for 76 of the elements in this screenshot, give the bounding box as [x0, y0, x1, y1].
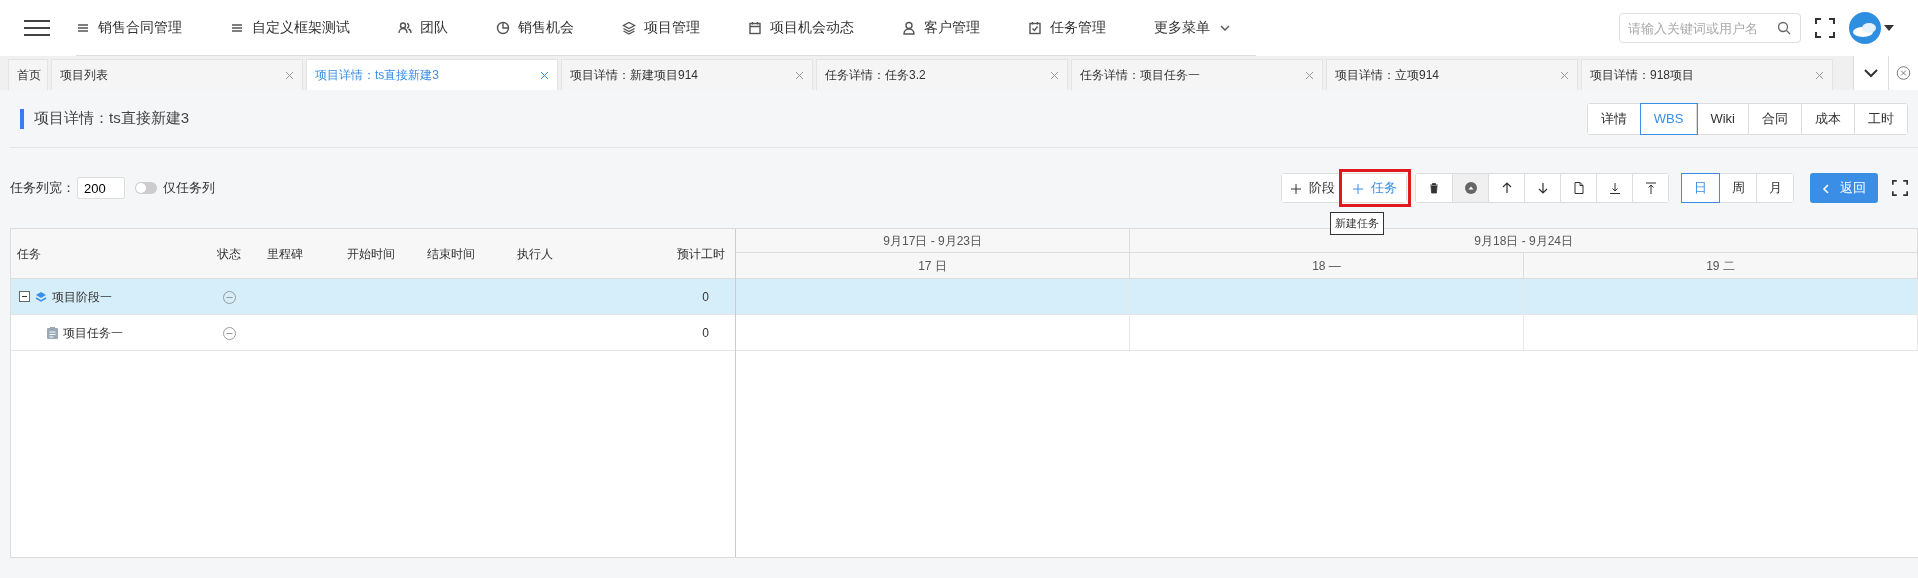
- collapse-icon[interactable]: [19, 291, 30, 302]
- tooltip: 新建任务: [1330, 212, 1384, 235]
- column-header: 结束时间: [426, 245, 476, 263]
- download-icon: [1607, 181, 1622, 195]
- column-header: 预计工时: [676, 245, 726, 263]
- toggle-switch[interactable]: [135, 182, 157, 194]
- width-field[interactable]: 200: [77, 177, 125, 199]
- circle-up-icon: [1463, 181, 1478, 195]
- search-icon[interactable]: [1777, 21, 1791, 35]
- day-header: 17 日: [736, 253, 1130, 278]
- day-header: 19 二: [1524, 253, 1918, 278]
- chevron-left-icon: [1822, 183, 1830, 194]
- file-icon: [1571, 181, 1586, 195]
- person-icon: [902, 20, 916, 35]
- status-icon: [223, 326, 236, 340]
- column-header: 执行人: [516, 245, 554, 263]
- page-tab[interactable]: 项目详情：新建项目914: [561, 59, 813, 90]
- hours-value: 0: [702, 324, 710, 342]
- column-header: 里程碑: [266, 245, 304, 263]
- nav-item[interactable]: 客户管理: [902, 17, 980, 38]
- clipboard-icon: [47, 326, 58, 339]
- nav-item[interactable]: 更多菜单: [1154, 17, 1232, 38]
- pie-chart-icon: [496, 20, 510, 35]
- nav-item[interactable]: 项目管理: [622, 17, 700, 38]
- close-icon[interactable]: [1305, 70, 1314, 80]
- layers-icon: [622, 20, 636, 35]
- width-label: 任务列宽：: [10, 179, 75, 198]
- scale-tab[interactable]: 日: [1682, 174, 1719, 202]
- close-icon[interactable]: [540, 70, 549, 80]
- nav-item[interactable]: 销售合同管理: [76, 17, 182, 38]
- page-tab[interactable]: 首页: [8, 59, 48, 90]
- nav-item[interactable]: 项目机会动态: [748, 17, 854, 38]
- checklist-icon: [1028, 20, 1042, 35]
- fullscreen-icon[interactable]: [1892, 180, 1908, 196]
- scale-tab[interactable]: 月: [1756, 174, 1793, 202]
- table-row[interactable]: 项目任务一 0: [11, 315, 735, 351]
- plus-icon: [1291, 183, 1301, 194]
- week-header: 9月17日 - 9月23日: [736, 229, 1131, 252]
- nav-item[interactable]: 任务管理: [1028, 17, 1106, 38]
- fullscreen-icon[interactable]: [1815, 18, 1835, 38]
- close-icon[interactable]: [285, 70, 294, 80]
- nav-item[interactable]: 自定义框架测试: [230, 17, 350, 38]
- page-tab[interactable]: 项目列表: [51, 59, 303, 90]
- caret-icon[interactable]: [1884, 25, 1894, 31]
- table-row[interactable]: 项目阶段一 0: [11, 279, 735, 315]
- page-tab[interactable]: 任务详情：项目任务一: [1071, 59, 1323, 90]
- people-icon: [398, 20, 412, 35]
- layers-icon: [35, 290, 47, 303]
- calendar-icon: [748, 20, 762, 35]
- close-icon[interactable]: [1050, 70, 1059, 80]
- close-icon[interactable]: [1815, 70, 1824, 80]
- close-icon[interactable]: [1560, 70, 1569, 80]
- toggle-label: 仅任务列: [163, 179, 215, 198]
- trash-icon: [1427, 181, 1441, 195]
- plus-icon: [1353, 183, 1363, 194]
- task-name: 项目阶段一: [52, 288, 112, 306]
- upload-icon: [1643, 181, 1658, 195]
- nav-item[interactable]: 团队: [398, 17, 448, 38]
- hours-value: 0: [702, 288, 710, 306]
- close-icon[interactable]: [795, 70, 804, 80]
- page-tab[interactable]: 任务详情：任务3.2: [816, 59, 1068, 90]
- page-tab[interactable]: 项目详情：ts直接新建3: [306, 59, 558, 90]
- column-header: 状态: [216, 245, 242, 263]
- status-icon: [223, 290, 236, 304]
- column-header: 开始时间: [346, 245, 396, 263]
- week-header: 9月18日 - 9月24日: [1130, 229, 1918, 252]
- column-header: 任务: [16, 245, 42, 263]
- view-tab[interactable]: WBS: [1640, 103, 1698, 134]
- page-title: 项目详情：ts直接新建3: [34, 108, 189, 129]
- page-tab[interactable]: 项目详情：立项914: [1326, 59, 1578, 90]
- nav-item[interactable]: 销售机会: [496, 17, 574, 38]
- page-tab[interactable]: 项目详情：918项目: [1581, 59, 1833, 90]
- task-name: 项目任务一: [63, 324, 123, 342]
- search-field[interactable]: 请输入关键词或用户名: [1619, 13, 1801, 43]
- menu-icon[interactable]: [24, 19, 50, 37]
- day-header: 18 —: [1130, 253, 1524, 278]
